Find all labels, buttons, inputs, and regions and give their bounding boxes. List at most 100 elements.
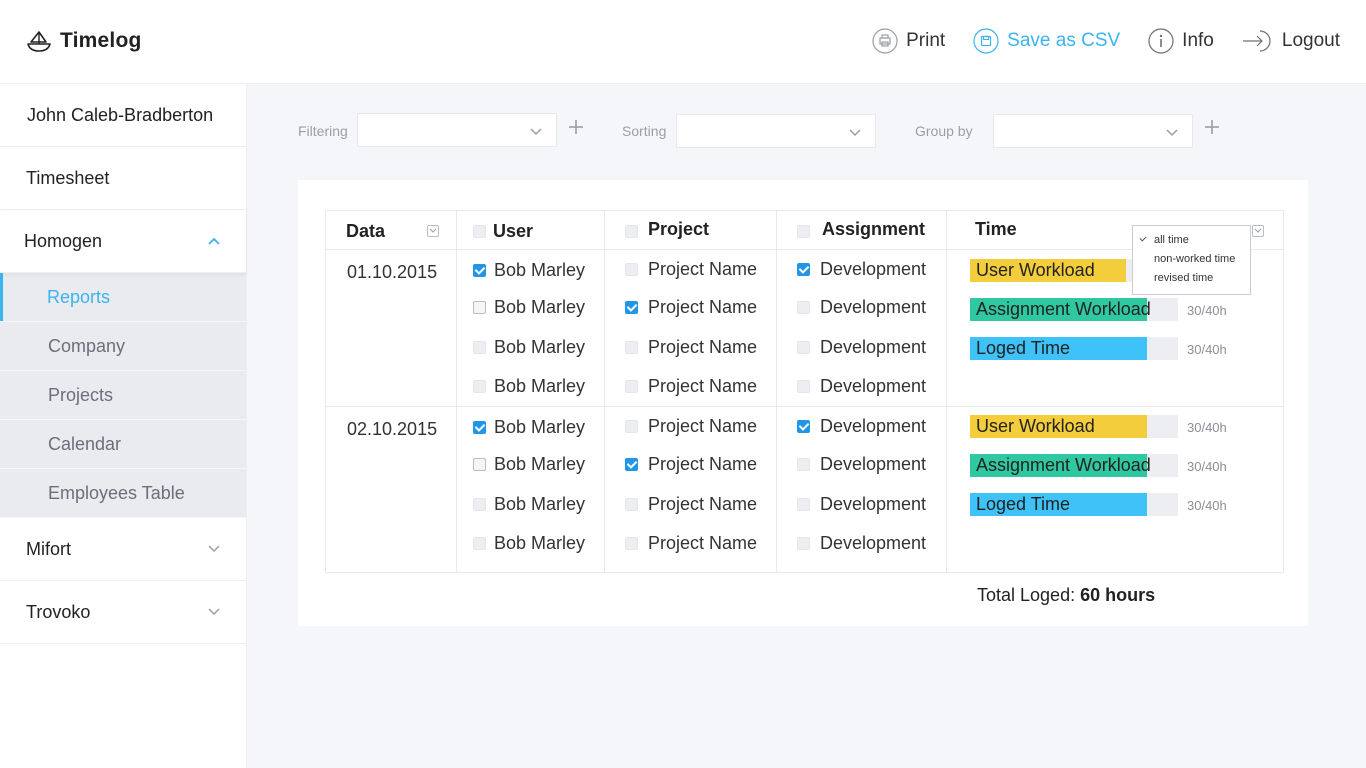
filter-bar: Filtering Sorting Group by [298,113,1298,148]
sidebar-group-homogen[interactable]: Homogen [0,210,246,273]
user-checkbox[interactable] [473,341,486,354]
bar-label: Assignment Workload [976,455,1151,475]
app-name: Timelog [60,29,142,52]
total-loged: Total Loged: 60 hours [977,585,1155,606]
user-checkbox[interactable] [473,421,486,434]
assignment-cell: Development [820,297,927,317]
user-cell: Bob Marley [494,454,586,474]
sidebar-item-company[interactable]: Company [0,322,246,371]
assignment-cell: Development [820,454,927,474]
project-checkbox[interactable] [625,263,638,276]
project-checkbox[interactable] [625,341,638,354]
groupby-select[interactable] [993,114,1193,148]
project-cell: Project Name [648,494,758,514]
time-option-revised[interactable]: revised time [1133,272,1250,291]
user-checkbox[interactable] [473,380,486,393]
assignment-select-all-checkbox[interactable] [797,225,810,238]
column-header-project[interactable]: Project [648,219,709,240]
user-checkbox[interactable] [473,301,486,314]
info-button[interactable]: Info [1148,28,1214,54]
column-header-assignment[interactable]: Assignment [822,219,925,240]
assignment-checkbox[interactable] [797,263,810,276]
sidebar-group-mifort[interactable]: Mifort [0,518,246,581]
project-checkbox[interactable] [625,380,638,393]
assignment-checkbox[interactable] [797,537,810,550]
assignment-cell: Development [820,259,927,279]
sidebar-item-calendar[interactable]: Calendar [0,420,246,469]
sidebar-item-projects[interactable]: Projects [0,371,246,420]
project-cell: Project Name [648,454,758,474]
project-checkbox[interactable] [625,420,638,433]
sidebar-user[interactable]: John Caleb-Bradberton [0,84,246,147]
date-sort-icon[interactable] [427,225,439,237]
bar-value: 30/40h [1187,420,1227,435]
project-cell: Project Name [648,376,758,396]
bar-label: Assignment Workload [976,299,1151,319]
project-checkbox[interactable] [625,458,638,471]
user-cell: Bob Marley [494,417,586,437]
assignment-cell: Development [820,533,927,553]
assignment-checkbox[interactable] [797,498,810,511]
option-label: all time [1154,234,1189,246]
assignment-workload-bar: Assignment Workload [970,454,1178,477]
assignment-checkbox[interactable] [797,380,810,393]
user-cell: Bob Marley [494,337,586,357]
user-checkbox[interactable] [473,498,486,511]
project-select-all-checkbox[interactable] [625,225,638,238]
chevron-down-icon [1166,129,1178,137]
column-divider [456,211,457,572]
sorting-select[interactable] [676,114,876,148]
filtering-select[interactable] [357,113,557,147]
project-checkbox[interactable] [625,498,638,511]
logout-button[interactable]: Logout [1242,28,1340,54]
column-header-date[interactable]: Data [346,221,385,242]
sidebar-group-trovoko[interactable]: Trovoko [0,581,246,644]
sidebar-submenu-homogen: Reports Company Projects Calendar Employ… [0,273,246,518]
column-divider [776,211,777,572]
user-cell: Bob Marley [494,533,586,553]
time-filter-icon[interactable] [1252,225,1264,237]
bar-value: 30/40h [1187,303,1227,318]
sidebar-item-timesheet[interactable]: Timesheet [0,147,246,210]
group-date: 02.10.2015 [347,419,438,439]
user-checkbox[interactable] [473,458,486,471]
save-csv-label: Save as CSV [1007,30,1121,51]
column-header-time[interactable]: Time [975,219,1017,240]
assignment-checkbox[interactable] [797,458,810,471]
assignment-checkbox[interactable] [797,341,810,354]
user-checkbox[interactable] [473,537,486,550]
filtering-label: Filtering [298,123,348,139]
project-checkbox[interactable] [625,537,638,550]
user-select-all-checkbox[interactable] [473,225,486,238]
user-cell: Bob Marley [494,297,586,317]
app-logo[interactable]: Timelog [26,28,142,54]
info-label: Info [1182,30,1214,51]
add-filter-icon[interactable] [567,118,585,136]
column-header-user[interactable]: User [493,221,533,242]
user-checkbox[interactable] [473,264,486,277]
project-checkbox[interactable] [625,301,638,314]
time-option-all-time[interactable]: all time [1133,234,1250,253]
column-divider [604,211,605,572]
bar-value: 30/40h [1187,459,1227,474]
sidebar-item-employees-table[interactable]: Employees Table [0,469,246,518]
time-option-non-worked[interactable]: non-worked time [1133,253,1250,272]
header-actions: Print Save as CSV Info Logout [872,28,1340,54]
bar-label: Loged Time [976,338,1071,358]
chevron-down-icon [530,128,542,136]
info-icon [1148,28,1174,54]
print-button[interactable]: Print [872,28,945,54]
print-icon [872,28,898,54]
assignment-cell: Development [820,494,927,514]
assignment-checkbox[interactable] [797,420,810,433]
bar-label: User Workload [976,260,1095,280]
sidebar-group-label: Mifort [26,538,71,559]
save-csv-button[interactable]: Save as CSV [973,28,1120,54]
option-label: non-worked time [1154,253,1236,265]
sidebar-item-reports[interactable]: Reports [0,273,246,322]
assignment-checkbox[interactable] [797,301,810,314]
chevron-down-icon [208,608,220,616]
add-group-icon[interactable] [1203,118,1221,136]
column-divider [946,211,947,572]
sidebar-group-label: Homogen [24,230,103,251]
